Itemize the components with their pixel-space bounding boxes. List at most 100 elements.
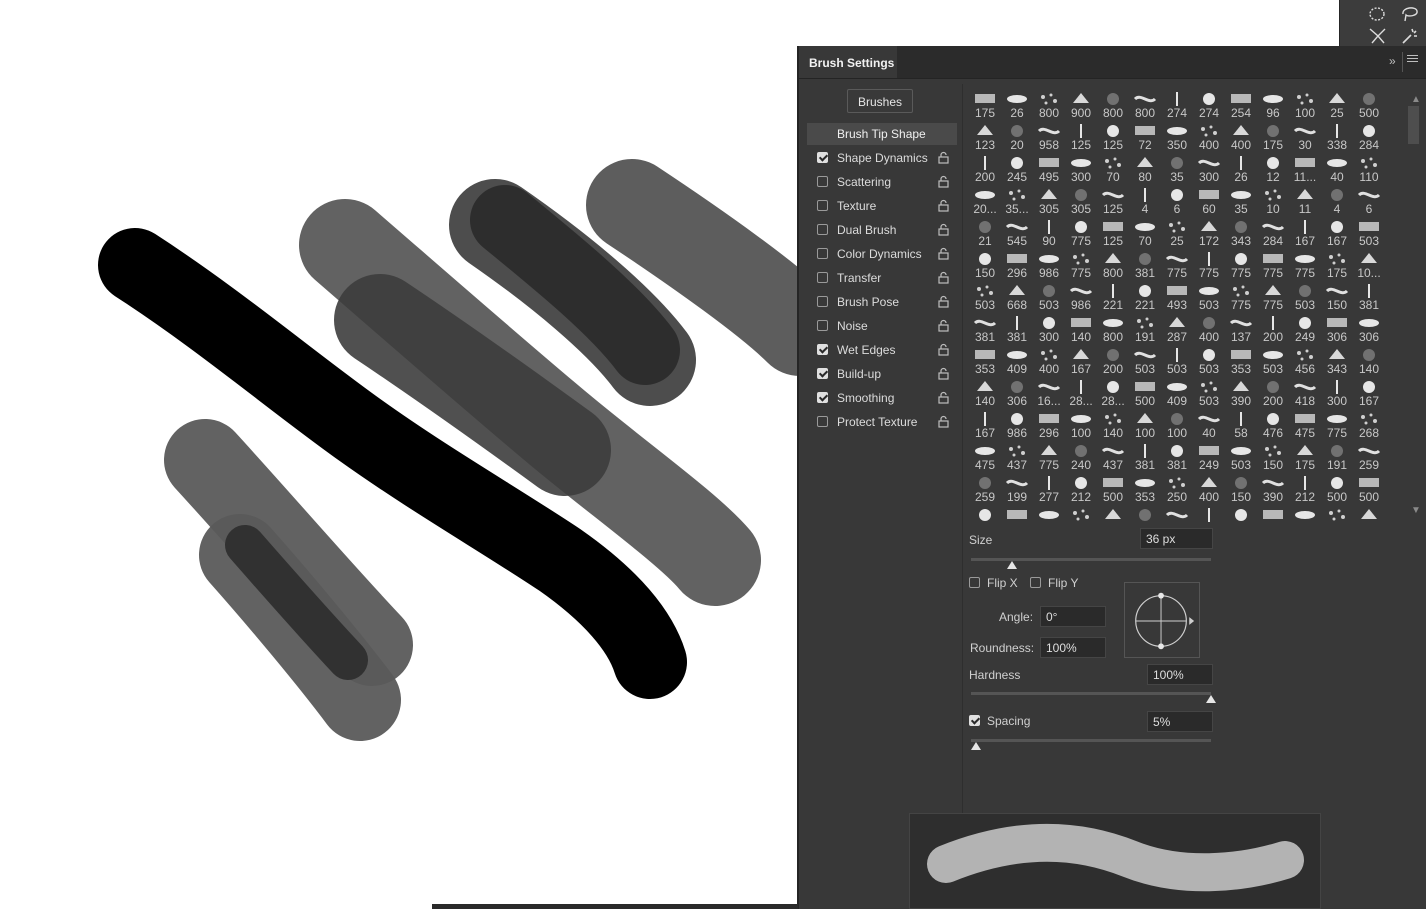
brush-preset[interactable]: 200 xyxy=(1257,313,1289,345)
brush-preset[interactable]: 381 xyxy=(1129,249,1161,281)
brush-preset[interactable]: 300 xyxy=(1193,153,1225,185)
brush-preset[interactable]: 500 xyxy=(1321,473,1353,505)
brush-preset[interactable]: 338 xyxy=(1321,121,1353,153)
brush-option-row[interactable]: Dual Brush xyxy=(807,219,957,241)
brush-preset[interactable]: 986 xyxy=(1065,281,1097,313)
flip-x-checkbox[interactable] xyxy=(969,577,980,588)
brush-preset[interactable]: 300 xyxy=(1065,153,1097,185)
lasso-icon[interactable] xyxy=(1398,2,1422,24)
brush-preset[interactable]: 100 xyxy=(1065,409,1097,441)
brush-preset[interactable]: 503 xyxy=(1193,345,1225,377)
brush-preset[interactable]: 503 xyxy=(1225,441,1257,473)
hardness-slider-thumb[interactable] xyxy=(1206,695,1216,703)
brush-option-checkbox[interactable] xyxy=(817,224,828,235)
lock-icon[interactable] xyxy=(938,295,949,308)
brush-preset[interactable]: 28... xyxy=(1097,377,1129,409)
brush-preset[interactable]: 390 xyxy=(1257,473,1289,505)
brush-preset[interactable]: 503 xyxy=(1033,281,1065,313)
brush-preset[interactable]: 26 xyxy=(1001,89,1033,121)
brush-preset[interactable]: 125 xyxy=(1097,121,1129,153)
brush-preset[interactable]: 503 xyxy=(969,281,1001,313)
brush-option-checkbox[interactable] xyxy=(817,344,828,355)
brush-preset[interactable]: 495 xyxy=(1033,153,1065,185)
brush-preset[interactable]: 775 xyxy=(1257,281,1289,313)
brush-preset[interactable]: 140 xyxy=(1097,409,1129,441)
brush-preset[interactable]: 503 xyxy=(1193,281,1225,313)
brush-option-checkbox[interactable] xyxy=(817,368,828,379)
brush-preset[interactable]: 456 xyxy=(1289,345,1321,377)
brush-preset[interactable]: 475 xyxy=(969,441,1001,473)
brush-preset[interactable]: 140 xyxy=(1353,345,1385,377)
lock-icon[interactable] xyxy=(938,223,949,236)
brush-preset[interactable]: 305 xyxy=(1033,185,1065,217)
brush-preset[interactable]: 381 xyxy=(1353,281,1385,313)
lock-icon[interactable] xyxy=(938,151,949,164)
brush-preset[interactable]: 284 xyxy=(1257,217,1289,249)
brush-preset[interactable]: 986 xyxy=(1033,249,1065,281)
brush-preset[interactable]: 493 xyxy=(1161,281,1193,313)
brush-preset[interactable]: 400 xyxy=(1193,313,1225,345)
brush-preset[interactable]: 100 xyxy=(1289,89,1321,121)
brush-option-row[interactable]: Wet Edges xyxy=(807,339,957,361)
brush-preset[interactable]: 418 xyxy=(1289,377,1321,409)
brush-option-row[interactable]: Color Dynamics xyxy=(807,243,957,265)
collapse-panel-icon[interactable]: » xyxy=(1389,54,1396,68)
brush-preset[interactable]: 90 xyxy=(1033,217,1065,249)
flip-y-checkbox[interactable] xyxy=(1030,577,1041,588)
brush-preset[interactable]: 343 xyxy=(1321,345,1353,377)
brush-preset[interactable]: 25 xyxy=(1321,89,1353,121)
brush-preset[interactable]: 35... xyxy=(1001,185,1033,217)
brush-preset[interactable]: 300 xyxy=(1321,377,1353,409)
brush-preset[interactable]: 191 xyxy=(1321,441,1353,473)
lock-icon[interactable] xyxy=(938,247,949,260)
brush-preset[interactable]: 400 xyxy=(1193,473,1225,505)
brush-preset[interactable]: 200 xyxy=(1257,377,1289,409)
brush-preset[interactable]: 12 xyxy=(1257,153,1289,185)
brush-preset[interactable]: 254 xyxy=(1225,89,1257,121)
brush-preset[interactable]: 400 xyxy=(1225,121,1257,153)
brush-preset[interactable]: 4 xyxy=(1321,185,1353,217)
brush-preset[interactable]: 500 xyxy=(1353,473,1385,505)
lock-icon[interactable] xyxy=(938,415,949,428)
brush-preset[interactable]: 437 xyxy=(1097,441,1129,473)
brush-preset[interactable]: 306 xyxy=(1353,313,1385,345)
brush-preset[interactable]: 245 xyxy=(1001,153,1033,185)
brush-option-checkbox[interactable] xyxy=(817,272,828,283)
brush-option-checkbox[interactable] xyxy=(817,248,828,259)
spacing-slider-thumb[interactable] xyxy=(970,742,981,750)
brush-preset[interactable]: 167 xyxy=(1353,377,1385,409)
brush-preset[interactable]: 40 xyxy=(1193,409,1225,441)
brush-option-row[interactable]: Protect Texture xyxy=(807,411,957,433)
panel-menu-icon[interactable] xyxy=(1407,55,1418,64)
brush-option-checkbox[interactable] xyxy=(817,296,828,307)
brush-tip-shape-item[interactable]: Brush Tip Shape xyxy=(807,123,957,145)
brush-preset[interactable]: 274 xyxy=(1193,89,1225,121)
brush-preset[interactable]: 140 xyxy=(969,377,1001,409)
spacing-checkbox[interactable] xyxy=(969,715,980,726)
brush-preset[interactable]: 775 xyxy=(1225,281,1257,313)
spacing-slider-track[interactable] xyxy=(971,739,1211,742)
brush-preset[interactable]: 96 xyxy=(1257,89,1289,121)
brush-option-checkbox[interactable] xyxy=(817,176,828,187)
brush-preset[interactable]: 503 xyxy=(1257,345,1289,377)
brush-preset[interactable]: 775 xyxy=(1289,249,1321,281)
brush-preset[interactable]: 100 xyxy=(1129,409,1161,441)
brush-preset[interactable]: 20 xyxy=(1001,121,1033,153)
brush-preset[interactable]: 125 xyxy=(1097,217,1129,249)
scroll-down-icon[interactable]: ▼ xyxy=(1411,505,1421,516)
brush-preset[interactable]: 958 xyxy=(1033,121,1065,153)
brush-preset[interactable]: 475 xyxy=(1289,409,1321,441)
brush-preset[interactable]: 110 xyxy=(1353,153,1385,185)
brush-preset[interactable]: 191 xyxy=(1129,313,1161,345)
brush-preset[interactable]: 28... xyxy=(1065,377,1097,409)
brush-preset[interactable]: 545 xyxy=(1001,217,1033,249)
brush-preset[interactable]: 775 xyxy=(1321,409,1353,441)
brush-preset[interactable]: 306 xyxy=(1321,313,1353,345)
brush-preset[interactable]: 249 xyxy=(1289,313,1321,345)
brush-preset[interactable]: 400 xyxy=(1033,345,1065,377)
brush-preset[interactable]: 240 xyxy=(1065,441,1097,473)
brush-preset[interactable]: 250 xyxy=(1161,473,1193,505)
lock-icon[interactable] xyxy=(938,175,949,188)
brush-preset[interactable] xyxy=(1065,505,1097,537)
brush-preset[interactable]: 221 xyxy=(1097,281,1129,313)
